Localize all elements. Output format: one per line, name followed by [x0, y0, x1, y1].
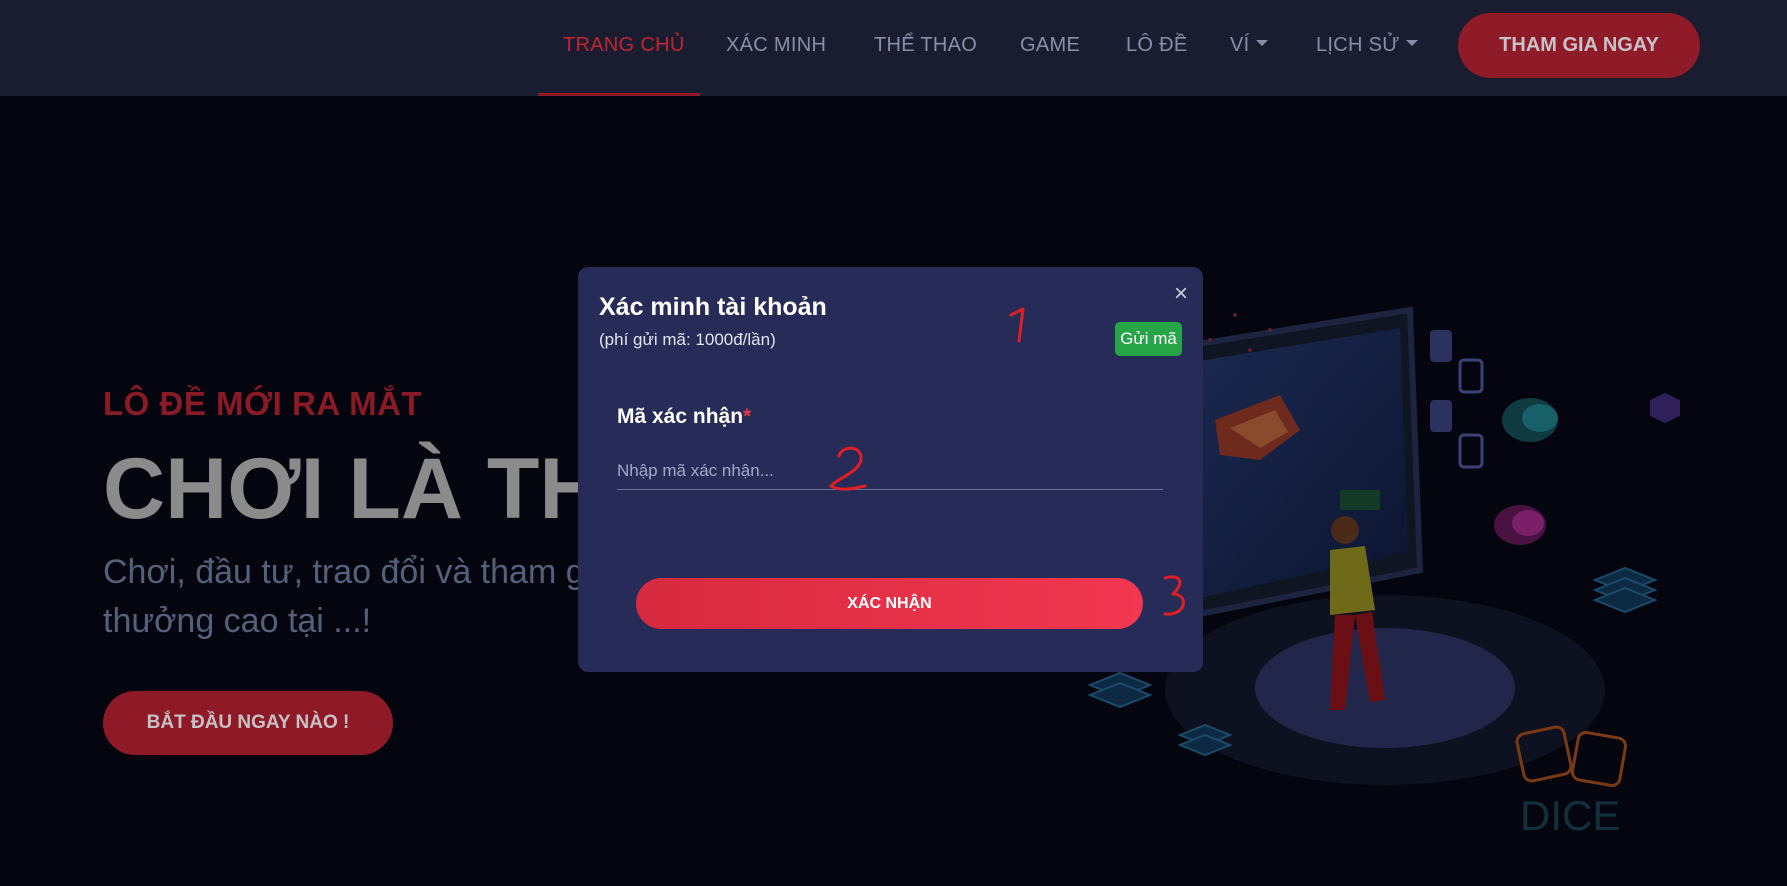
join-now-button[interactable]: THAM GIA NGAY [1458, 13, 1700, 78]
nav-item-lottery[interactable]: LÔ ĐỀ [1126, 34, 1188, 57]
annotation-2 [829, 446, 867, 491]
nav-item-home[interactable]: TRANG CHỦ [563, 34, 685, 57]
required-mark: * [743, 405, 752, 428]
hero-description: Chơi, đầu tư, trao đổi và tham gi thưởng… [103, 553, 593, 640]
dice-label: DICE [1520, 792, 1620, 839]
chevron-down-icon [1405, 39, 1418, 46]
modal-subtitle: (phí gửi mã: 1000đ/lần) [599, 330, 776, 349]
close-icon[interactable]: × [1170, 282, 1192, 306]
page: TRANG CHỦ XÁC MINH THỂ THAO GAME LÔ ĐỀ V… [0, 0, 1787, 886]
nav-item-history[interactable]: LỊCH SỬ [1316, 34, 1418, 57]
nav-item-sports[interactable]: THỂ THAO [874, 34, 977, 57]
navbar: TRANG CHỦ XÁC MINH THỂ THAO GAME LÔ ĐỀ V… [0, 0, 1787, 96]
modal-title: Xác minh tài khoản [599, 293, 827, 321]
confirm-button[interactable]: XÁC NHẬN [636, 578, 1143, 629]
stage-platform [1255, 628, 1515, 748]
code-field-label: Mã xác nhận* [617, 405, 751, 429]
coin-icons [1494, 393, 1680, 545]
hero-eyebrow: LÔ ĐỀ MỚI RA MẮT [103, 385, 423, 422]
nav-active-indicator [538, 93, 700, 96]
annotation-1 [1009, 307, 1025, 343]
annotation-3 [1163, 575, 1185, 616]
nav-item-history-label: LỊCH SỬ [1316, 34, 1400, 56]
verification-code-input[interactable] [617, 452, 1163, 490]
nav-item-game[interactable]: GAME [1020, 34, 1080, 57]
hero-title: CHƠI LÀ TH [103, 441, 602, 537]
verify-account-modal: Xác minh tài khoản (phí gửi mã: 1000đ/lầ… [578, 267, 1203, 672]
nav-item-wallet-label: VÍ [1230, 34, 1250, 56]
code-field-label-text: Mã xác nhận [617, 405, 744, 428]
start-now-button[interactable]: BẮT ĐẦU NGAY NÀO ! [103, 691, 393, 755]
nav-item-wallet[interactable]: VÍ [1230, 34, 1268, 57]
chevron-down-icon [1255, 39, 1268, 46]
send-code-button[interactable]: Gửi mã [1115, 322, 1182, 356]
nav-item-verify[interactable]: XÁC MINH [726, 34, 826, 57]
